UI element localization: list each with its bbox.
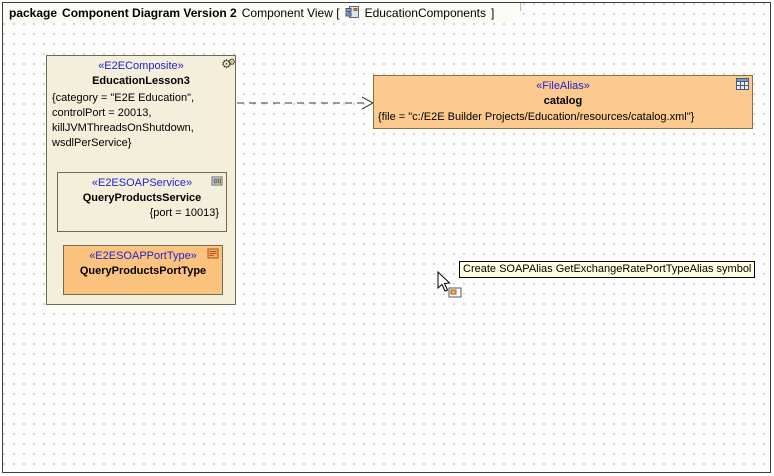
composite-stereotype: «E2EComposite» bbox=[47, 56, 235, 73]
filealias-name: catalog bbox=[374, 93, 752, 109]
create-symbol-cursor bbox=[436, 271, 464, 299]
property-line: killJVMThreadsOnShutdown, bbox=[52, 121, 230, 136]
porttype-name: QueryProductsPortType bbox=[64, 263, 222, 279]
frame-keyword: package bbox=[9, 6, 57, 20]
porttype-stereotype: «E2ESOAPPortType» bbox=[64, 246, 222, 263]
gears-icon: ⚙⚙ bbox=[221, 58, 232, 70]
service-name: QueryProductsService bbox=[58, 190, 226, 206]
filealias-properties: {file = "c:/E2E Builder Projects/Educati… bbox=[374, 109, 752, 125]
service-properties: {port = 10013} bbox=[58, 206, 226, 221]
diagram-frame: package Component Diagram Version 2 Comp… bbox=[2, 2, 771, 473]
filealias-stereotype: «FileAlias» bbox=[374, 76, 752, 93]
application-screenshot: package Component Diagram Version 2 Comp… bbox=[0, 0, 774, 476]
component-catalog[interactable]: «FileAlias» catalog {file = "c:/E2E Buil… bbox=[373, 75, 753, 129]
tooltip: Create SOAPAlias GetExchangeRatePortType… bbox=[459, 261, 755, 278]
service-stereotype: «E2ESOAPService» bbox=[58, 173, 226, 190]
frame-diagram-name: EducationComponents bbox=[365, 6, 486, 20]
component-diagram-icon bbox=[345, 5, 360, 22]
frame-bracket-close: ] bbox=[491, 6, 494, 20]
property-line: controlPort = 20013, bbox=[52, 106, 230, 121]
component-educationlesson3[interactable]: ⚙⚙ «E2EComposite» EducationLesson3 {cate… bbox=[46, 55, 236, 305]
soap-porttype-icon bbox=[207, 248, 219, 262]
composite-name: EducationLesson3 bbox=[47, 73, 235, 89]
composite-properties: {category = "E2E Education", controlPort… bbox=[47, 89, 235, 151]
soap-service-icon bbox=[211, 175, 223, 190]
component-queryproductsporttype[interactable]: «E2ESOAPPortType» QueryProductsPortType bbox=[63, 245, 223, 295]
frame-title: Component Diagram Version 2 bbox=[62, 6, 237, 20]
table-icon bbox=[736, 78, 749, 93]
component-queryproductsservice[interactable]: «E2ESOAPService» QueryProductsService {p… bbox=[57, 172, 227, 232]
property-line: {category = "E2E Education", bbox=[52, 91, 230, 106]
property-line: wsdlPerService} bbox=[52, 136, 230, 151]
frame-view-label: Component View [ bbox=[242, 6, 340, 20]
dependency-arrow[interactable] bbox=[236, 95, 376, 111]
diagram-frame-tab[interactable]: package Component Diagram Version 2 Comp… bbox=[3, 3, 520, 23]
